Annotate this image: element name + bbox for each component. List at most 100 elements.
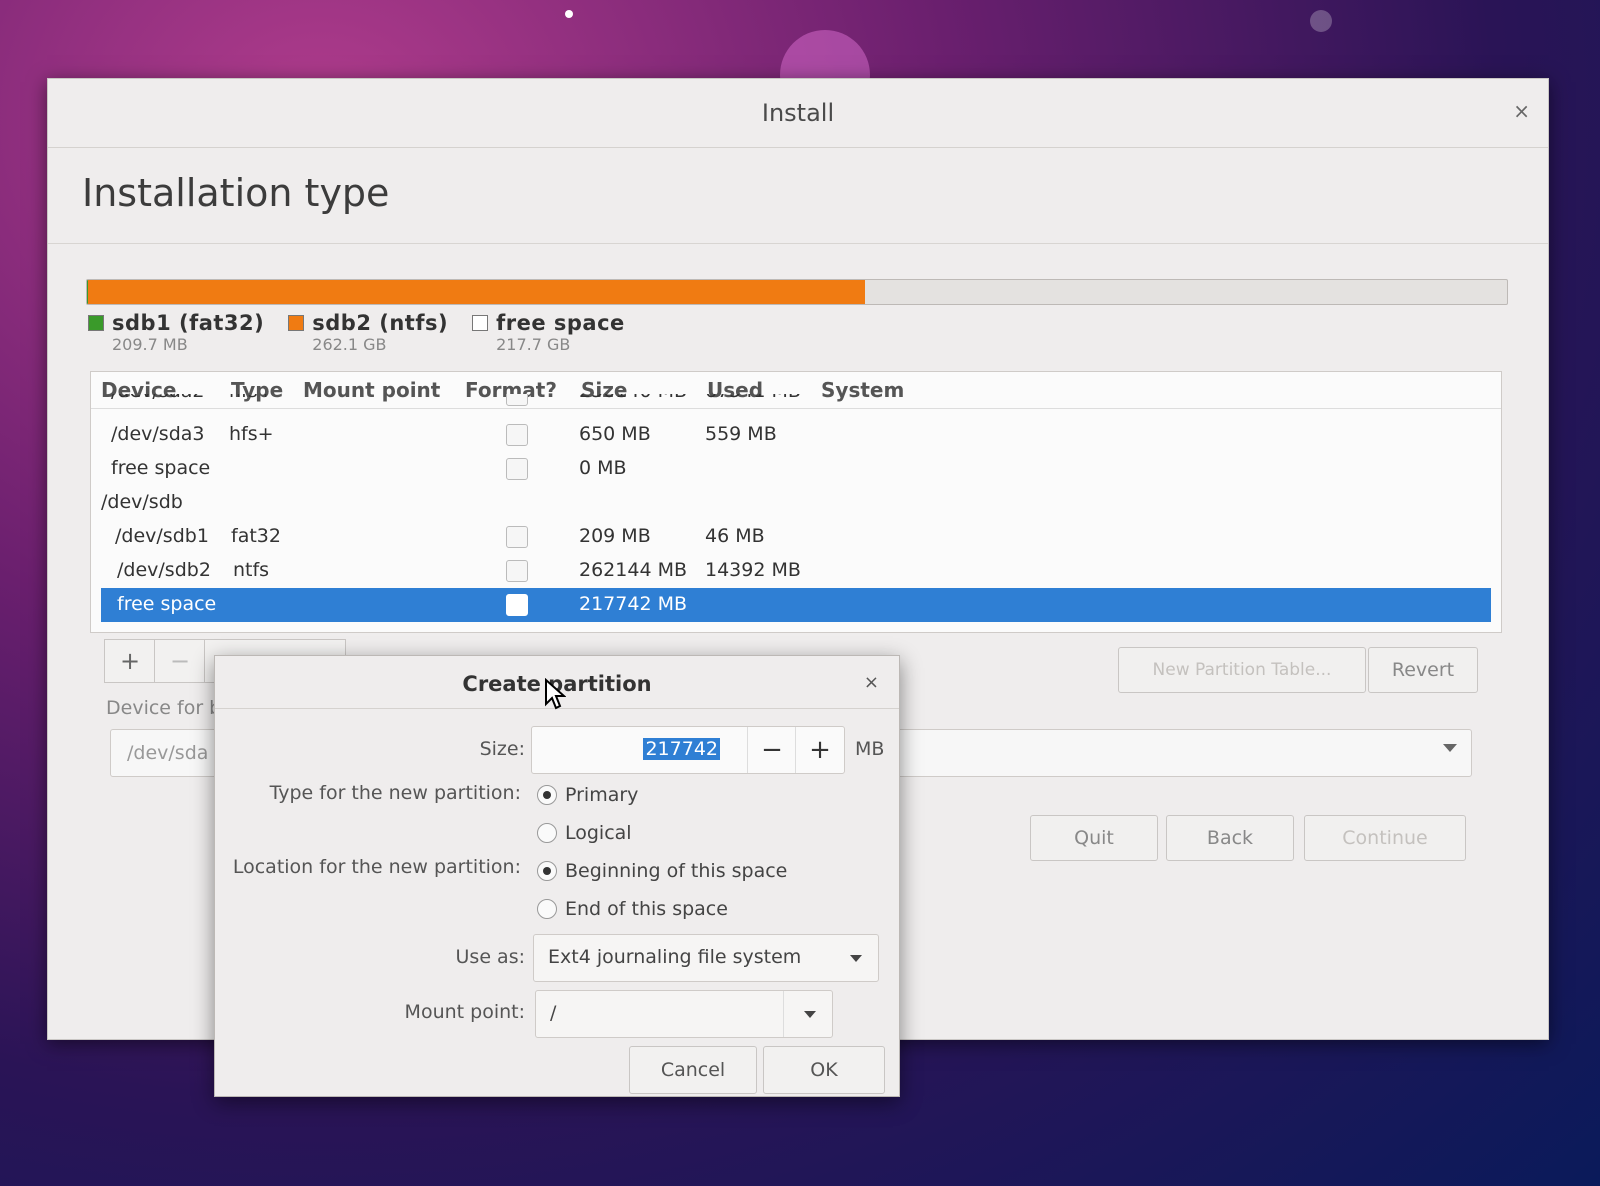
chevron-down-icon	[850, 955, 862, 962]
desktop-bokeh	[565, 10, 573, 18]
partition-usage-bar	[86, 279, 1508, 305]
radio-end-label: End of this space	[565, 898, 728, 920]
chevron-down-icon[interactable]	[804, 1011, 816, 1018]
format-checkbox[interactable]	[506, 526, 528, 548]
cell-device: /dev/sda3	[111, 423, 205, 445]
page-title: Installation type	[82, 171, 390, 215]
use-as-value: Ext4 journaling file system	[548, 946, 802, 968]
radio-selected-icon	[537, 785, 557, 805]
cell-device: /dev/sda2	[111, 394, 205, 402]
create-partition-dialog: Create partition × Size: 217742 − + MB T…	[214, 655, 900, 1097]
legend-item-sdb2: sdb2 (ntfs) 262.1 GB	[288, 311, 448, 354]
mount-point-value[interactable]: /	[550, 1002, 556, 1024]
cell-used: 559 MB	[705, 423, 777, 445]
legend-name: free space	[496, 311, 625, 335]
partition-legend: sdb1 (fat32) 209.7 MB sdb2 (ntfs) 262.1 …	[88, 311, 625, 354]
quit-button[interactable]: Quit	[1030, 815, 1158, 861]
mount-point-label: Mount point:	[404, 1001, 525, 1023]
radio-logical[interactable]: Logical	[537, 822, 632, 844]
format-checkbox[interactable]	[506, 394, 528, 406]
remove-partition-button[interactable]: −	[154, 639, 206, 683]
new-partition-table-button[interactable]: New Partition Table...	[1118, 647, 1366, 693]
table-row-selected[interactable]: free space 217742 MB	[101, 588, 1491, 622]
boot-device-label: Device for b	[106, 697, 222, 719]
radio-unselected-icon	[537, 823, 557, 843]
revert-button[interactable]: Revert	[1368, 647, 1478, 693]
add-partition-button[interactable]: +	[104, 639, 156, 683]
cell-device: free space	[117, 593, 217, 615]
cell-device: /dev/sdb2	[117, 559, 211, 581]
use-as-select[interactable]: Ext4 journaling file system	[533, 934, 879, 982]
partition-type-label: Type for the new partition:	[269, 782, 521, 804]
format-checkbox[interactable]	[506, 458, 528, 480]
legend-name: sdb2 (ntfs)	[312, 311, 449, 335]
cell-type: ntfs	[233, 559, 270, 581]
format-checkbox[interactable]	[506, 424, 528, 446]
continue-button[interactable]: Continue	[1304, 815, 1466, 861]
table-row[interactable]: /dev/sda3 hfs+ 650 MB 559 MB	[91, 418, 1501, 452]
cell-used: 67541 MB	[705, 394, 801, 402]
radio-end[interactable]: End of this space	[537, 898, 728, 920]
cell-type: hfs+	[229, 394, 274, 402]
cell-used: 46 MB	[705, 525, 765, 547]
legend-swatch	[88, 315, 104, 331]
divider	[48, 243, 1548, 244]
desktop-bokeh	[1310, 10, 1332, 32]
ok-button[interactable]: OK	[763, 1046, 885, 1094]
size-input[interactable]: 217742	[643, 738, 720, 760]
location-label: Location for the new partition:	[232, 856, 521, 878]
use-as-label: Use as:	[455, 946, 525, 968]
radio-selected-icon	[537, 861, 557, 881]
back-button[interactable]: Back	[1166, 815, 1294, 861]
legend-size: 209.7 MB	[112, 335, 188, 354]
legend-swatch	[288, 315, 305, 331]
window-title: Install	[48, 79, 1548, 148]
mount-point-combobox[interactable]: /	[535, 990, 833, 1038]
size-unit: MB	[855, 738, 885, 760]
cell-size: 209 MB	[579, 525, 651, 547]
table-row[interactable]: /dev/sdb	[91, 486, 1501, 520]
radio-unselected-icon	[537, 899, 557, 919]
close-icon[interactable]: ×	[1513, 99, 1530, 123]
radio-beginning[interactable]: Beginning of this space	[537, 860, 787, 882]
increase-size-button[interactable]: +	[795, 727, 844, 773]
legend-item-sdb1: sdb1 (fat32) 209.7 MB	[88, 311, 264, 354]
table-row[interactable]: /dev/sda2 hfs+ 250140 MB 67541 MB	[91, 394, 1501, 410]
table-row[interactable]: /dev/sdb1 fat32 209 MB 46 MB	[91, 520, 1501, 554]
legend-swatch	[472, 315, 489, 331]
divider	[783, 991, 784, 1037]
size-label: Size:	[479, 738, 525, 760]
cell-device: free space	[111, 457, 211, 479]
partition-table[interactable]: Device Type Mount point Format? Size Use…	[90, 371, 1502, 633]
cell-size: 217742 MB	[579, 593, 687, 615]
cell-size: 650 MB	[579, 423, 651, 445]
cell-used: 14392 MB	[705, 559, 801, 581]
legend-item-free: free space 217.7 GB	[472, 311, 625, 354]
radio-primary-label: Primary	[565, 784, 639, 806]
legend-size: 217.7 GB	[496, 335, 571, 354]
cancel-button[interactable]: Cancel	[629, 1046, 757, 1094]
size-spinbox[interactable]: 217742 − +	[531, 726, 845, 774]
table-row[interactable]: /dev/sdb2 ntfs 262144 MB 14392 MB	[91, 554, 1501, 588]
radio-beginning-label: Beginning of this space	[565, 860, 788, 882]
close-icon[interactable]: ×	[864, 672, 879, 693]
boot-device-value: /dev/sda	[127, 742, 209, 764]
cell-device: /dev/sdb1	[115, 525, 209, 547]
mouse-pointer-icon	[545, 678, 566, 710]
format-checkbox[interactable]	[506, 594, 528, 616]
radio-primary[interactable]: Primary	[537, 784, 638, 806]
cell-size: 262144 MB	[579, 559, 687, 581]
legend-name: sdb1 (fat32)	[112, 311, 265, 335]
legend-size: 262.1 GB	[312, 335, 387, 354]
format-checkbox[interactable]	[506, 560, 528, 582]
radio-logical-label: Logical	[565, 822, 632, 844]
cell-size: 0 MB	[579, 457, 627, 479]
cell-device: /dev/sdb	[101, 491, 183, 513]
bar-segment-sdb2	[88, 280, 865, 304]
cell-type: fat32	[231, 525, 281, 547]
chevron-down-icon	[1443, 744, 1457, 752]
cell-size: 250140 MB	[579, 394, 687, 402]
cell-type: hfs+	[229, 423, 274, 445]
table-row[interactable]: free space 0 MB	[91, 452, 1501, 486]
decrease-size-button[interactable]: −	[747, 727, 796, 773]
